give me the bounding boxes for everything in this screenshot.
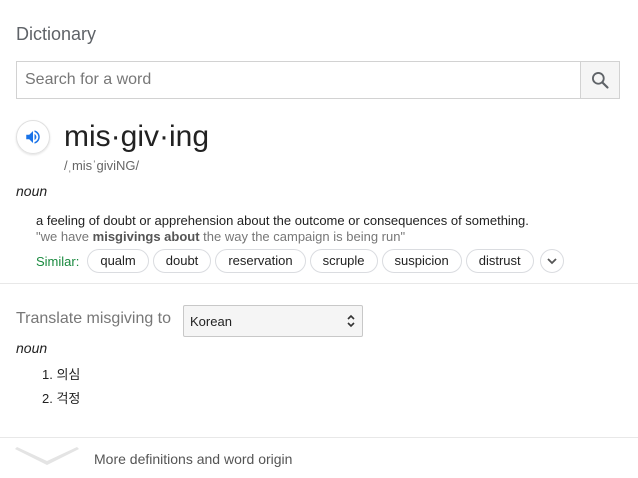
translation-list: 1. 의심 2. 걱정: [42, 366, 80, 414]
example-highlight: misgivings about: [92, 229, 200, 244]
example-sentence: "we have misgivings about the way the ca…: [36, 229, 405, 244]
example-suffix: the way the campaign is being run": [199, 229, 406, 244]
more-definitions-link[interactable]: More definitions and word origin: [94, 451, 292, 467]
search-icon: [592, 72, 609, 89]
pronunciation-text: /ˌmisˈɡiviNG/: [64, 158, 140, 173]
similar-words-row: Similar: qualm doubt reservation scruple…: [36, 249, 564, 273]
speaker-icon: [26, 130, 40, 144]
search-input[interactable]: [17, 62, 580, 98]
translation-part-of-speech: noun: [16, 340, 48, 356]
similar-chip-doubt[interactable]: doubt: [152, 249, 212, 273]
similar-chip-distrust[interactable]: distrust: [465, 249, 534, 273]
example-prefix: "we have: [36, 229, 93, 244]
translation-item: 1. 의심: [42, 367, 81, 382]
part-of-speech: noun: [16, 183, 48, 199]
footer-divider: [0, 437, 638, 438]
language-select[interactable]: Korean: [183, 305, 363, 337]
translate-label: Translate misgiving to: [16, 310, 172, 327]
expand-similar-button[interactable]: [539, 249, 564, 273]
similar-label: Similar:: [36, 253, 80, 269]
definition-text: a feeling of doubt or apprehension about…: [36, 213, 529, 228]
chevron-down-icon: [547, 258, 557, 265]
similar-chip-reservation[interactable]: reservation: [215, 249, 306, 273]
search-button[interactable]: [580, 62, 619, 98]
language-select-value: Korean: [190, 313, 232, 329]
dictionary-title: Dictionary: [16, 24, 97, 44]
similar-chip-scruple[interactable]: scruple: [309, 249, 378, 273]
similar-chip-suspicion[interactable]: suspicion: [381, 249, 462, 273]
similar-chip-qualm[interactable]: qualm: [87, 249, 149, 273]
section-divider: [0, 283, 638, 284]
search-box: [16, 61, 620, 99]
pronunciation-audio-button[interactable]: [16, 120, 50, 154]
translation-item: 2. 걱정: [42, 391, 81, 406]
headword: mis·giv·ing: [64, 120, 210, 153]
select-arrows-icon: [347, 314, 355, 328]
expand-chevron-icon[interactable]: [14, 446, 80, 468]
